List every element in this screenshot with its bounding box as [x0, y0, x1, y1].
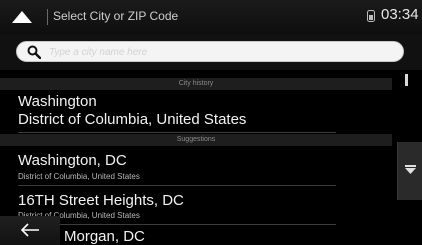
- title-divider: [47, 9, 48, 25]
- suggestion-item-name: Washington, DC: [18, 152, 127, 169]
- section-header-city-history: City history: [0, 78, 392, 90]
- back-button[interactable]: [0, 216, 60, 245]
- scroll-down-icon: [405, 165, 416, 174]
- section-header-suggestions: Suggestions: [0, 134, 392, 146]
- navigation-arrow-icon[interactable]: [10, 9, 34, 25]
- suggestion-item-name: 16TH Street Heights, DC: [18, 192, 184, 209]
- search-icon: [27, 45, 41, 59]
- scroll-down-button[interactable]: [397, 142, 422, 200]
- suggestion-item-region: District of Columbia, United States: [18, 172, 140, 181]
- clock: 03:34: [381, 6, 419, 23]
- page-title: Select City or ZIP Code: [53, 9, 179, 23]
- row-divider: [18, 132, 336, 133]
- gps-signal-icon: [367, 10, 375, 22]
- history-item-name: Washington: [18, 93, 97, 110]
- scrollbar-thumb[interactable]: [405, 74, 408, 86]
- row-divider: [18, 185, 336, 186]
- back-arrow-icon: [20, 223, 39, 237]
- search-input[interactable]: [49, 43, 389, 61]
- suggestion-item-name: Morgan, DC: [64, 228, 145, 245]
- result-list: City history Washington District of Colu…: [0, 70, 422, 245]
- search-box[interactable]: [16, 41, 404, 62]
- history-item-region: District of Columbia, United States: [18, 111, 247, 128]
- top-bar: Select City or ZIP Code 03:34: [0, 0, 422, 34]
- search-area: [0, 34, 422, 70]
